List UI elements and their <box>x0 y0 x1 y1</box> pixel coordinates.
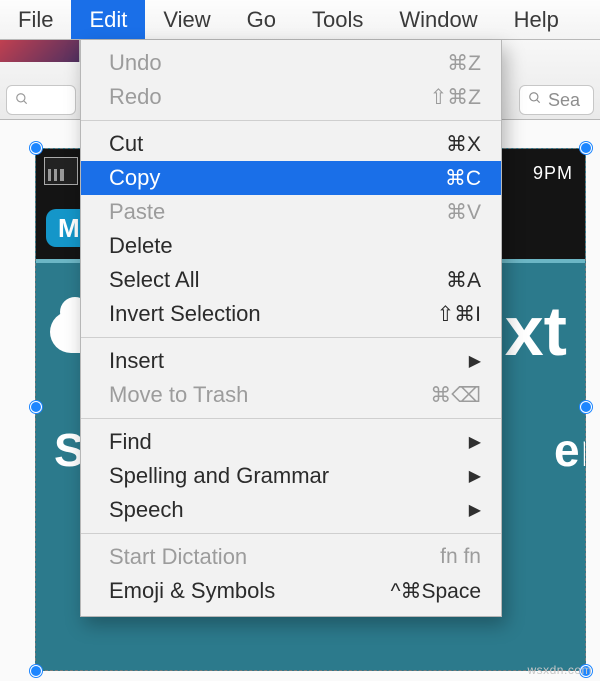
menu-item-emoji-symbols[interactable]: Emoji & Symbols^⌘Space <box>81 574 501 608</box>
search-icon <box>15 92 29 109</box>
menu-separator <box>81 337 501 338</box>
image-big-text: xt <box>505 291 567 371</box>
menu-item-label: Find <box>109 429 469 455</box>
chart-icon <box>44 157 78 185</box>
menubar: File Edit View Go Tools Window Help <box>0 0 600 40</box>
menu-go[interactable]: Go <box>229 0 294 39</box>
watermark: wsxdn.com <box>527 663 592 677</box>
menu-item-find[interactable]: Find▶ <box>81 425 501 459</box>
menu-item-label: Invert Selection <box>109 301 437 327</box>
menu-go-label: Go <box>247 7 276 33</box>
menu-item-shortcut: ⌘V <box>446 200 481 225</box>
menu-item-delete[interactable]: Delete <box>81 229 501 263</box>
menu-item-shortcut: ⇧⌘Z <box>430 85 481 110</box>
menu-file[interactable]: File <box>0 0 71 39</box>
submenu-arrow-icon: ▶ <box>469 500 481 520</box>
menu-item-start-dictation[interactable]: Start Dictationfn fn <box>81 540 501 574</box>
menu-item-select-all[interactable]: Select All⌘A <box>81 263 501 297</box>
menu-tools-label: Tools <box>312 7 363 33</box>
menu-item-label: Spelling and Grammar <box>109 463 469 489</box>
menu-item-shortcut: fn fn <box>440 545 481 569</box>
image-time-label: 9PM <box>533 163 573 184</box>
edit-dropdown-menu: Undo⌘Z Redo⇧⌘Z Cut⌘X Copy⌘C Paste⌘V Dele… <box>80 40 502 617</box>
menu-item-label: Copy <box>109 165 445 191</box>
submenu-arrow-icon: ▶ <box>469 466 481 486</box>
menu-item-redo[interactable]: Redo⇧⌘Z <box>81 80 501 114</box>
menu-item-label: Cut <box>109 131 446 157</box>
selection-handle-ml[interactable] <box>30 401 42 413</box>
menu-item-copy[interactable]: Copy⌘C <box>81 161 501 195</box>
thumbnail-strip <box>0 40 80 62</box>
menu-item-cut[interactable]: Cut⌘X <box>81 127 501 161</box>
menu-item-undo[interactable]: Undo⌘Z <box>81 46 501 80</box>
menu-item-label: Delete <box>109 233 481 259</box>
menu-tools[interactable]: Tools <box>294 0 381 39</box>
menu-item-label: Move to Trash <box>109 382 430 408</box>
menu-item-label: Undo <box>109 50 447 76</box>
menu-item-shortcut: ⌘A <box>446 268 481 293</box>
menu-item-shortcut: ^⌘Space <box>391 579 481 604</box>
menu-file-label: File <box>18 7 53 33</box>
menu-item-shortcut: ⌘Z <box>447 51 481 76</box>
menu-item-paste[interactable]: Paste⌘V <box>81 195 501 229</box>
menu-item-speech[interactable]: Speech▶ <box>81 493 501 527</box>
search-right-input[interactable]: Sea <box>519 85 594 115</box>
menu-help-label: Help <box>514 7 559 33</box>
search-left-input[interactable] <box>6 85 76 115</box>
menu-item-label: Speech <box>109 497 469 523</box>
menu-window-label: Window <box>399 7 477 33</box>
menu-item-move-to-trash[interactable]: Move to Trash⌘⌫ <box>81 378 501 412</box>
menu-window[interactable]: Window <box>381 0 495 39</box>
menu-item-label: Start Dictation <box>109 544 440 570</box>
menu-item-label: Redo <box>109 84 430 110</box>
selection-handle-tl[interactable] <box>30 142 42 154</box>
menu-separator <box>81 120 501 121</box>
menu-separator <box>81 418 501 419</box>
menu-item-shortcut: ⌘C <box>445 166 481 191</box>
menu-edit-label: Edit <box>89 7 127 33</box>
menu-separator <box>81 533 501 534</box>
selection-handle-bl[interactable] <box>30 665 42 677</box>
menu-item-label: Insert <box>109 348 469 374</box>
submenu-arrow-icon: ▶ <box>469 432 481 452</box>
submenu-arrow-icon: ▶ <box>469 351 481 371</box>
menu-item-spelling-grammar[interactable]: Spelling and Grammar▶ <box>81 459 501 493</box>
search-icon <box>528 91 542 109</box>
menu-item-shortcut: ⌘X <box>446 132 481 157</box>
image-line2-right: er <box>554 423 586 477</box>
menu-item-label: Paste <box>109 199 446 225</box>
menu-view[interactable]: View <box>145 0 228 39</box>
menu-edit[interactable]: Edit <box>71 0 145 39</box>
selection-handle-mr[interactable] <box>580 401 592 413</box>
menu-help[interactable]: Help <box>496 0 577 39</box>
selection-handle-tr[interactable] <box>580 142 592 154</box>
bubble-letter: M <box>58 213 80 244</box>
menu-item-shortcut: ⇧⌘I <box>437 302 481 327</box>
menu-item-shortcut: ⌘⌫ <box>430 383 481 408</box>
search-right-placeholder: Sea <box>548 90 580 111</box>
menu-view-label: View <box>163 7 210 33</box>
menu-item-insert[interactable]: Insert▶ <box>81 344 501 378</box>
menu-item-invert-selection[interactable]: Invert Selection⇧⌘I <box>81 297 501 331</box>
menu-item-label: Select All <box>109 267 446 293</box>
menu-item-label: Emoji & Symbols <box>109 578 391 604</box>
